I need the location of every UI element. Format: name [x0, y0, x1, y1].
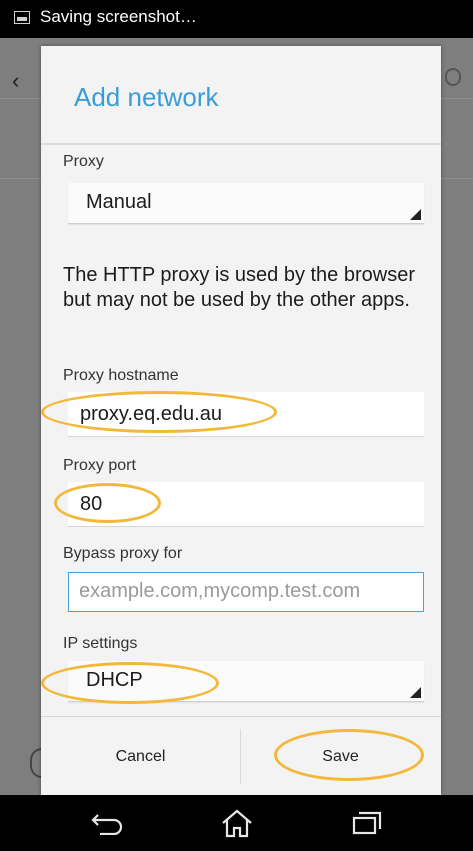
- add-network-dialog: Add network Proxy Manual The HTTP proxy …: [41, 46, 441, 795]
- back-icon[interactable]: [77, 803, 137, 843]
- proxy-hostname-field[interactable]: proxy.eq.edu.au: [68, 392, 424, 437]
- bypass-proxy-field[interactable]: [68, 572, 424, 612]
- proxy-port-field[interactable]: 80: [68, 482, 424, 527]
- proxy-spinner[interactable]: Manual: [68, 183, 424, 224]
- proxy-port-label: Proxy port: [63, 457, 136, 474]
- image-icon: [14, 11, 30, 24]
- bypass-proxy-input[interactable]: [79, 573, 413, 610]
- recents-icon[interactable]: [337, 803, 397, 843]
- bypass-proxy-label: Bypass proxy for: [63, 545, 183, 562]
- proxy-label: Proxy: [63, 153, 104, 170]
- proxy-note: The HTTP proxy is used by the browser bu…: [63, 264, 415, 311]
- dialog-title: Add network: [74, 82, 219, 112]
- title-divider: [41, 143, 441, 145]
- dropdown-triangle-icon: [410, 209, 421, 220]
- cancel-button[interactable]: Cancel: [41, 717, 240, 795]
- background-back-icon: ‹: [12, 68, 20, 93]
- home-icon[interactable]: [207, 803, 267, 843]
- ip-settings-spinner[interactable]: DHCP: [68, 661, 424, 702]
- ip-settings-label: IP settings: [63, 635, 138, 652]
- proxy-hostname-value: proxy.eq.edu.au: [80, 403, 222, 425]
- save-button[interactable]: Save: [241, 717, 440, 795]
- proxy-value: Manual: [86, 191, 152, 213]
- proxy-port-value: 80: [80, 493, 103, 515]
- navigation-bar: [0, 795, 473, 851]
- dialog-button-bar: Cancel Save: [41, 716, 441, 795]
- ip-settings-value: DHCP: [86, 669, 143, 691]
- proxy-hostname-label: Proxy hostname: [63, 367, 179, 384]
- status-bar: Saving screenshot…: [0, 0, 473, 38]
- dropdown-triangle-icon: [410, 687, 421, 698]
- background-search-icon: [445, 68, 461, 86]
- status-text: Saving screenshot…: [40, 7, 197, 26]
